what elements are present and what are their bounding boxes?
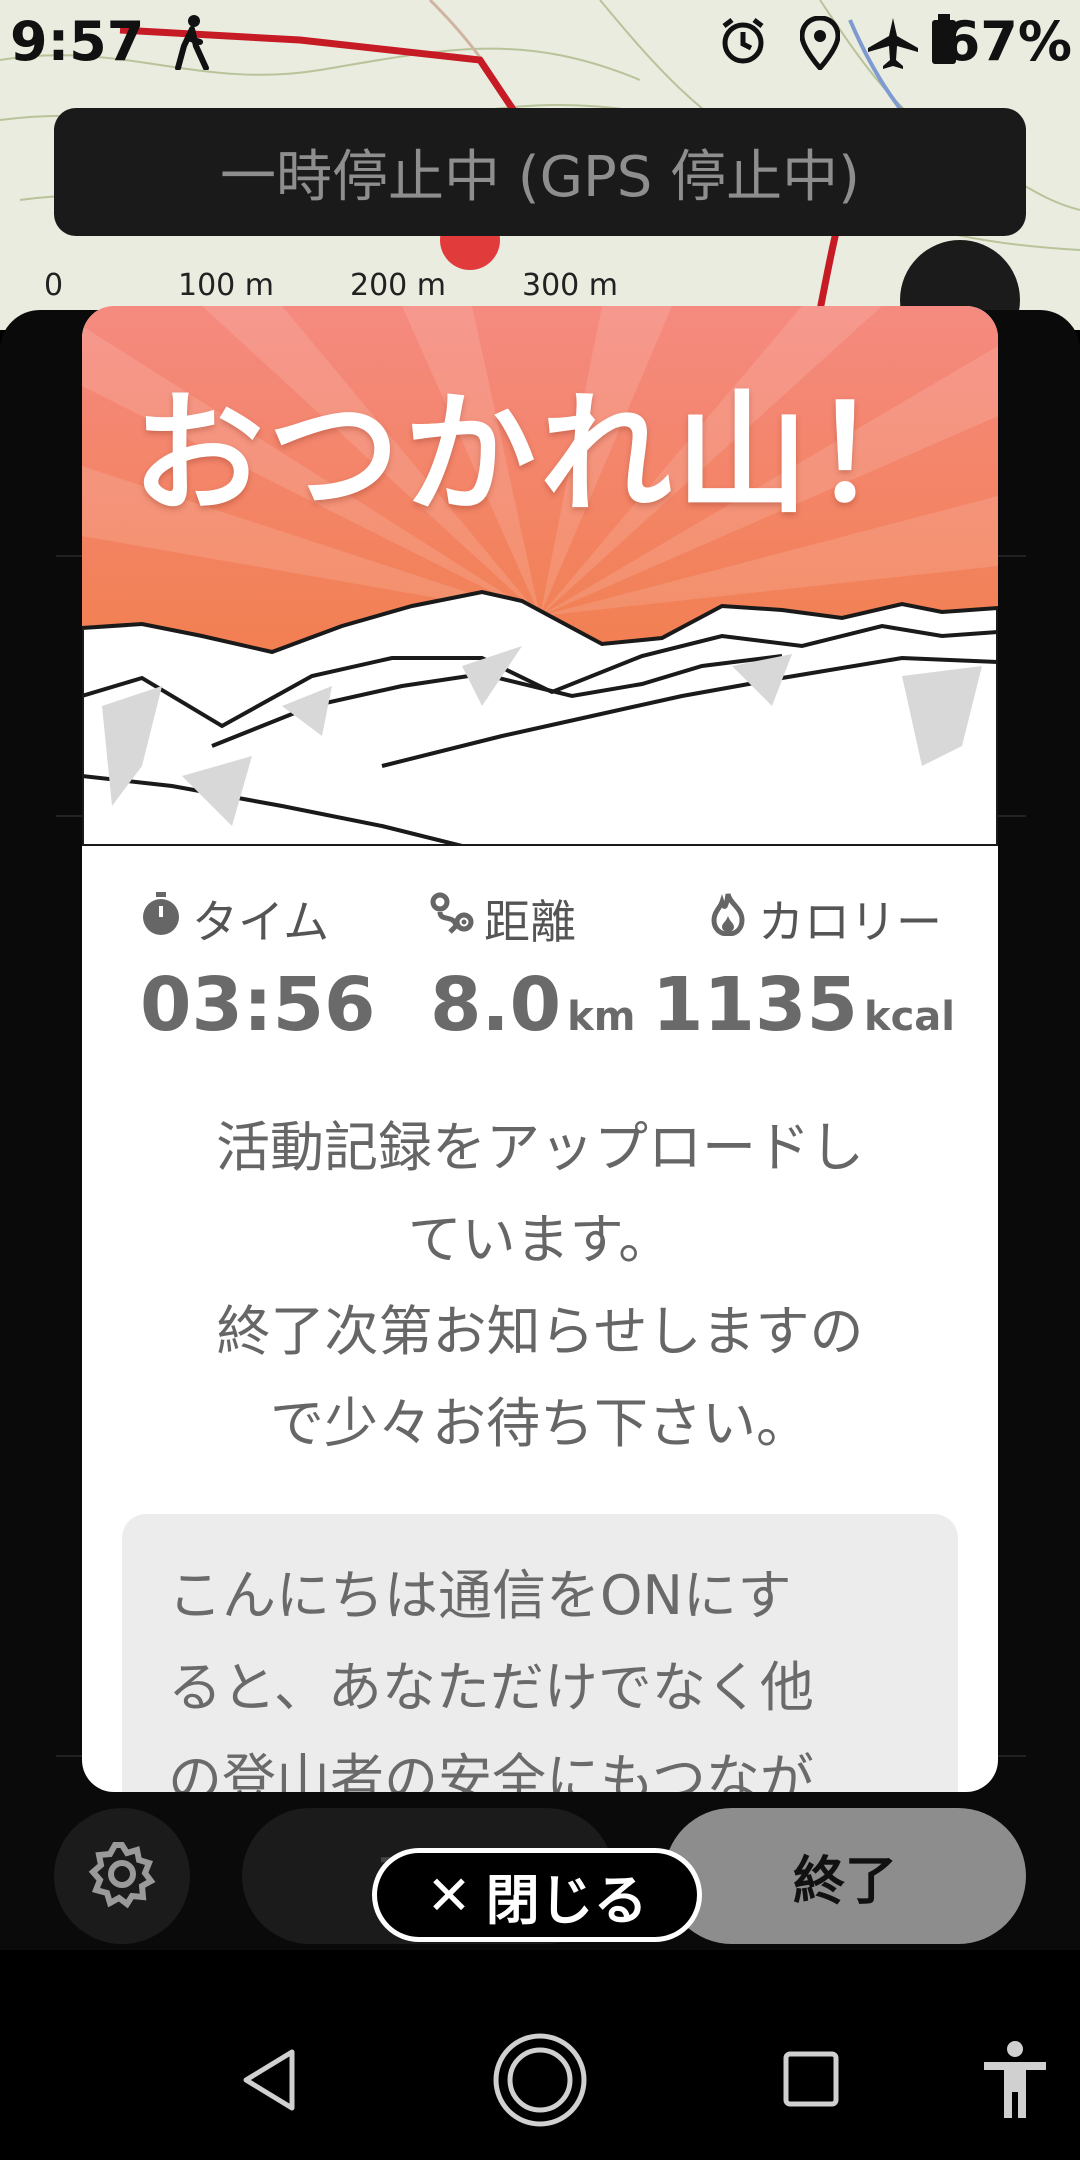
modal-title: おつかれ山！ <box>132 378 948 532</box>
stat-time: タイム 03:56 <box>140 886 376 1048</box>
stat-calories: カロリー 1135 kcal <box>652 886 955 1048</box>
info-text: こんにちは通信をONにす ると、あなただけでなく他 の登山者の安全にもつなが <box>168 1550 928 1792</box>
stat-calories-label: カロリー <box>758 895 942 949</box>
scale-label: 0 <box>44 268 64 303</box>
stat-distance-unit: km <box>567 994 636 1040</box>
recents-icon[interactable] <box>782 2050 840 2112</box>
system-navigation-bar <box>0 2000 1080 2160</box>
stopwatch-icon <box>140 891 192 947</box>
finish-button[interactable]: 終了 <box>664 1808 1026 1944</box>
settings-button[interactable] <box>54 1808 190 1944</box>
accessibility-icon[interactable] <box>980 2040 1050 2124</box>
gear-icon <box>87 1839 157 1913</box>
hero-banner: おつかれ山！ <box>82 306 998 848</box>
walking-icon <box>172 14 212 74</box>
stat-calories-label-row: カロリー <box>652 886 955 952</box>
finish-label: 終了 <box>792 1851 897 1912</box>
paused-banner: 一時停止中 (GPS 停止中) <box>54 108 1026 236</box>
home-icon[interactable] <box>492 2032 588 2132</box>
info-line: の登山者の安全にもつなが <box>168 1748 814 1792</box>
stat-calories-value: 1135 kcal <box>652 962 955 1048</box>
battery-percent: 67% <box>942 10 1072 73</box>
upload-message-line: で少々お待ち下さい。 <box>270 1392 810 1455</box>
stat-distance-number: 8.0 <box>430 962 562 1048</box>
upload-message-line: 終了次第お知らせしますの <box>216 1300 864 1363</box>
scale-label: 200 m <box>350 268 447 303</box>
completion-modal: おつかれ山！ タイム 03:56 距離 8.0 km カロリー 1135 kca… <box>82 306 998 1792</box>
flame-icon <box>708 892 758 947</box>
status-time: 9:57 <box>10 10 145 73</box>
stat-time-label-row: タイム <box>140 886 376 952</box>
status-bar: 9:57 67% <box>0 0 1080 86</box>
stat-distance-label-row: 距離 <box>430 886 635 952</box>
back-icon[interactable] <box>240 2048 298 2116</box>
stat-time-label: タイム <box>192 895 330 949</box>
stat-calories-number: 1135 <box>652 962 858 1048</box>
airplane-icon <box>866 16 920 74</box>
stat-distance-label: 距離 <box>484 895 576 949</box>
paused-banner-text: 一時停止中 (GPS 停止中) <box>219 144 860 210</box>
upload-message: 活動記録をアップロードし ています。 終了次第お知らせしますの で少々お待ち下さ… <box>142 1102 938 1470</box>
alarm-icon <box>718 16 768 70</box>
stat-time-value: 03:56 <box>140 962 376 1048</box>
stat-distance-value: 8.0 km <box>430 962 635 1048</box>
close-label: 閉じる <box>485 1868 648 1932</box>
close-button[interactable]: ✕ 閉じる <box>372 1848 702 1942</box>
info-box[interactable]: こんにちは通信をONにす ると、あなただけでなく他 の登山者の安全にもつなが <box>122 1514 958 1792</box>
close-icon: ✕ <box>426 1863 472 1927</box>
activity-stats: タイム 03:56 距離 8.0 km カロリー 1135 kcal <box>82 886 998 1048</box>
location-icon <box>799 15 841 74</box>
upload-message-line: 活動記録をアップロードし <box>216 1116 864 1179</box>
stat-distance: 距離 8.0 km <box>430 886 635 1048</box>
stat-time-number: 03:56 <box>140 962 376 1048</box>
scale-label: 300 m <box>522 268 619 303</box>
scale-label: 100 m <box>178 268 275 303</box>
info-line: こんにちは通信をONにす <box>168 1564 792 1627</box>
stat-calories-unit: kcal <box>863 994 955 1040</box>
map-scale: 0 100 m 200 m 300 m <box>0 268 700 308</box>
route-icon <box>430 892 484 947</box>
upload-message-line: ています。 <box>407 1208 673 1271</box>
info-line: ると、あなただけでなく他 <box>168 1656 814 1719</box>
